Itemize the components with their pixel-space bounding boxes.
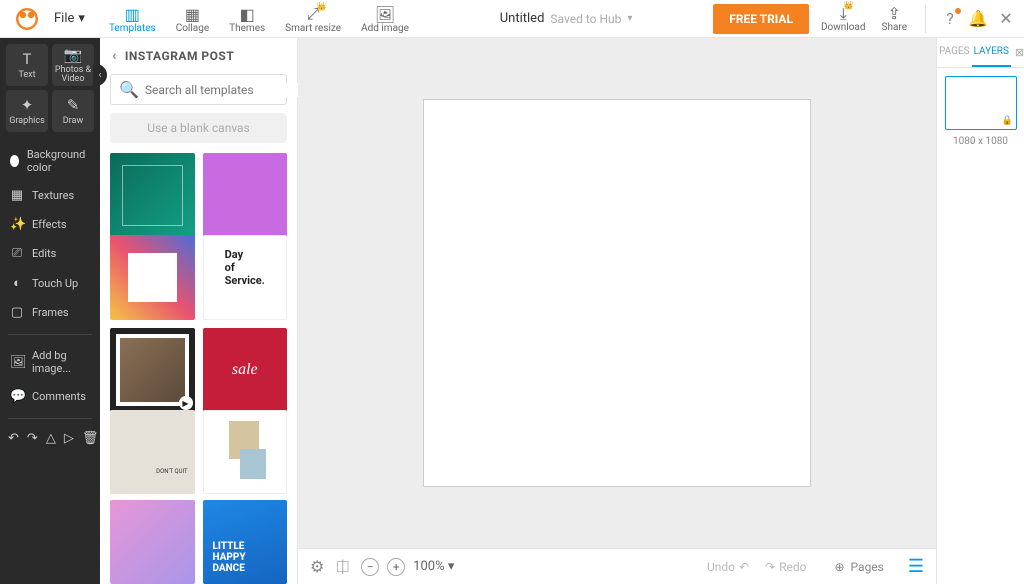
rail-background-color[interactable]: Background color (8, 142, 92, 180)
tab-pages[interactable]: PAGES (937, 38, 972, 67)
add-page-icon: ⊕ (834, 560, 844, 574)
panel-close-button[interactable]: ⊠ (1011, 38, 1024, 67)
chevron-down-icon: ▾ (627, 13, 632, 24)
tool-collage[interactable]: ▦Collage (166, 3, 219, 34)
tab-layers[interactable]: LAYERS (972, 38, 1011, 67)
template-thumb[interactable] (203, 410, 288, 495)
collage-icon: ▦ (185, 5, 200, 23)
effects-icon: ✨ (10, 217, 24, 232)
rail-effects[interactable]: ✨Effects (8, 211, 92, 238)
templates-icon: ▥ (125, 5, 140, 23)
top-bar: File▾ ▥Templates ▦Collage ◧Themes ⤢Smart… (0, 0, 1024, 38)
canvas-dimensions: 1080 x 1080 (945, 136, 1016, 147)
redo-button[interactable]: ↷ Redo (765, 560, 806, 574)
notifications-button[interactable]: 🔔 (968, 9, 988, 29)
rail-text[interactable]: TText (6, 44, 48, 86)
close-icon: ✕ (999, 9, 1012, 28)
help-button[interactable]: ? (940, 9, 960, 29)
camera-icon: 📷 (64, 46, 83, 64)
tool-themes[interactable]: ◧Themes (219, 3, 275, 34)
rail-comments[interactable]: 💬Comments (8, 383, 92, 410)
template-thumb[interactable]: Day of Service. (203, 235, 288, 320)
use-blank-canvas-button[interactable]: Use a blank canvas (110, 113, 287, 143)
sliders-icon: ⎚ (10, 246, 24, 261)
settings-button[interactable]: ⚙ (310, 557, 324, 577)
share-icon: ⇪ (888, 4, 901, 22)
frames-icon: ▢ (10, 305, 24, 320)
rail-draw[interactable]: ✎Draw (52, 90, 94, 132)
canvas-viewport[interactable] (298, 38, 936, 548)
templates-category-title: INSTAGRAM POST (125, 49, 234, 63)
lock-icon: 🔒 (1002, 116, 1013, 126)
textures-icon: ▦ (10, 188, 24, 203)
canvas-area: ⚙ ⎅ − + 100% ▾ Undo ↶ ↷ Redo ⊕Pages ☰ (298, 38, 936, 584)
play-icon: ▶ (179, 396, 193, 410)
guides-button[interactable]: ⎅ (336, 557, 349, 577)
document-title[interactable]: Untitled Saved to Hub ▾ (419, 11, 713, 26)
left-rail: ‹ TText 📷Photos & Video ✦Graphics ✎Draw … (0, 38, 100, 584)
file-menu[interactable]: File▾ (46, 5, 93, 32)
pages-button[interactable]: ⊕Pages (834, 560, 883, 574)
templates-panel: ‹ INSTAGRAM POST 🔍 Use a blank canvas Da… (100, 38, 298, 584)
layer-thumbnail[interactable]: 🔒 (945, 76, 1017, 130)
rail-edits[interactable]: ⎚Edits (8, 240, 92, 267)
circle-icon (10, 155, 19, 167)
tool-templates[interactable]: ▥Templates (99, 3, 166, 34)
template-thumb[interactable] (110, 235, 195, 320)
rail-frames[interactable]: ▢Frames (8, 299, 92, 326)
share-button[interactable]: ⇪Share (878, 4, 911, 33)
rail-photos[interactable]: 📷Photos & Video (52, 44, 94, 86)
chevron-down-icon: ▾ (78, 11, 85, 26)
rail-textures[interactable]: ▦Textures (8, 182, 92, 209)
redo-icon-button[interactable]: ↷ (27, 431, 38, 446)
template-thumb[interactable] (110, 153, 195, 238)
template-thumb[interactable] (110, 500, 195, 584)
rail-touch-up[interactable]: ◐Touch Up (8, 269, 92, 297)
zoom-in-button[interactable]: + (387, 558, 405, 576)
bell-icon: 🔔 (968, 9, 988, 28)
free-trial-button[interactable]: FREE TRIAL (713, 4, 809, 34)
search-input[interactable] (145, 83, 301, 97)
template-thumb[interactable]: sale (203, 328, 288, 413)
trash-icon-button[interactable]: 🗑 (82, 431, 99, 446)
templates-search[interactable]: 🔍 (110, 74, 287, 105)
tool-add-image[interactable]: 🖼Add image (351, 3, 419, 34)
search-icon: 🔍 (119, 80, 139, 99)
image-plus-icon: 🖼 (10, 355, 24, 370)
layers-icon: ☰ (908, 556, 924, 577)
layers-toggle-button[interactable]: ☰ (908, 556, 924, 577)
tool-smart-resize[interactable]: ⤢Smart resize (275, 3, 351, 34)
rail-graphics[interactable]: ✦Graphics (6, 90, 48, 132)
artboard[interactable] (423, 99, 811, 487)
canvas-footer: ⚙ ⎅ − + 100% ▾ Undo ↶ ↷ Redo ⊕Pages ☰ (298, 548, 936, 584)
undo-icon-button[interactable]: ↶ (8, 431, 19, 446)
comment-icon: 💬 (10, 389, 24, 404)
help-icon: ? (946, 9, 954, 28)
download-button[interactable]: ⤓Download (817, 4, 870, 33)
text-icon: T (23, 50, 32, 68)
add-image-icon: 🖼 (375, 5, 395, 23)
pencil-icon: ✎ (67, 96, 80, 114)
template-thumb[interactable]: ▶ (110, 328, 195, 413)
app-logo (14, 6, 40, 32)
download-icon: ⤓ (840, 4, 847, 22)
smart-resize-icon: ⤢ (307, 5, 320, 23)
themes-icon: ◧ (240, 5, 255, 23)
rotate-icon-button[interactable]: △ (46, 431, 56, 446)
template-thumb[interactable] (203, 153, 288, 238)
right-panel: PAGES LAYERS ⊠ 🔒 1080 x 1080 (936, 38, 1024, 584)
template-thumb[interactable]: DON'T QUIT (110, 410, 195, 495)
zoom-level[interactable]: 100% ▾ (413, 559, 454, 574)
zoom-out-button[interactable]: − (361, 558, 379, 576)
rail-add-bg-image[interactable]: 🖼Add bg image... (8, 343, 92, 381)
touchup-icon: ◐ (10, 275, 24, 291)
close-button[interactable]: ✕ (996, 9, 1016, 29)
graphics-icon: ✦ (21, 96, 34, 114)
templates-back-button[interactable]: ‹ (112, 48, 117, 64)
flip-icon-button[interactable]: ▷ (64, 431, 74, 446)
template-thumb[interactable]: LITTLE HAPPY DANCE (203, 500, 288, 584)
undo-button[interactable]: Undo ↶ (707, 560, 749, 574)
